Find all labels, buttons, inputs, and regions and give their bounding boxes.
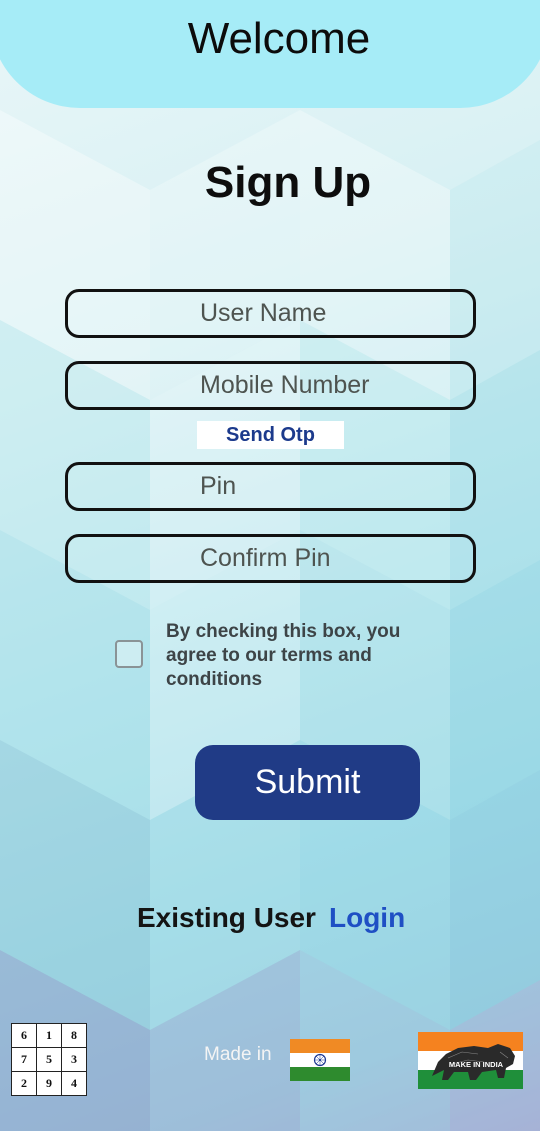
badge-text: MAKE IN INDIA <box>449 1060 504 1069</box>
grid-cell: 8 <box>61 1023 87 1048</box>
india-flag-icon <box>290 1039 350 1081</box>
grid-cell: 2 <box>11 1071 37 1096</box>
grid-cell: 5 <box>36 1047 62 1072</box>
grid-cell: 7 <box>11 1047 37 1072</box>
welcome-title: Welcome <box>187 14 371 63</box>
user-name-input[interactable] <box>200 292 460 335</box>
made-in-label: Made in <box>204 1044 272 1065</box>
existing-user-label: Existing User <box>137 902 316 933</box>
terms-checkbox[interactable] <box>115 640 143 668</box>
user-name-field[interactable] <box>65 289 476 338</box>
number-grid: 6 1 8 7 5 3 2 9 4 <box>11 1023 87 1096</box>
login-link[interactable]: Login <box>329 902 405 934</box>
submit-button[interactable]: Submit <box>195 745 420 820</box>
confirm-pin-input[interactable] <box>200 537 460 580</box>
grid-cell: 9 <box>36 1071 62 1096</box>
grid-cell: 4 <box>61 1071 87 1096</box>
grid-cell: 3 <box>61 1047 87 1072</box>
grid-cell: 1 <box>36 1023 62 1048</box>
terms-label: By checking this box, you agree to our t… <box>166 621 401 690</box>
pin-input[interactable] <box>200 465 460 508</box>
send-otp-button[interactable]: Send Otp <box>197 421 344 449</box>
page-title: Sign Up <box>204 158 372 207</box>
confirm-pin-field[interactable] <box>65 534 476 583</box>
make-in-india-lion-icon: MAKE IN INDIA <box>418 1032 523 1089</box>
mobile-number-field[interactable] <box>65 361 476 410</box>
pin-field[interactable] <box>65 462 476 511</box>
grid-cell: 6 <box>11 1023 37 1048</box>
mobile-number-input[interactable] <box>200 364 460 407</box>
